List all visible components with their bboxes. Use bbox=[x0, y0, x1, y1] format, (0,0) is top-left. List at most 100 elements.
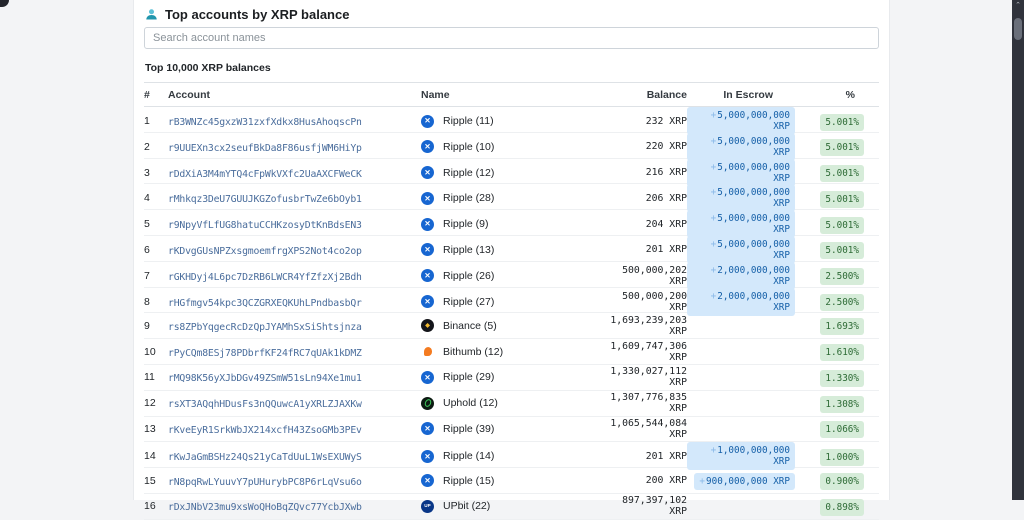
account-link[interactable]: rMhkqz3DeU7GUUJKGZofusbrTwZe6bOyb1 bbox=[168, 194, 362, 205]
escrow-badge: +5,000,000,000 XRP bbox=[687, 107, 795, 135]
escrow-badge: +5,000,000,000 XRP bbox=[687, 184, 795, 213]
table-body: 1 rB3WNZc45gxzW31zxfXdkx8HusAhoqscPn ✕ R… bbox=[144, 107, 879, 520]
ripple-icon: ✕ bbox=[421, 191, 434, 205]
ripple-icon: ✕ bbox=[421, 422, 434, 436]
page-scrollbar[interactable]: ⌃ bbox=[1012, 0, 1024, 500]
balance-cell: 220 XRP bbox=[645, 141, 687, 153]
col-header-rank: # bbox=[144, 88, 150, 101]
account-name: Ripple (26) bbox=[443, 269, 495, 282]
balance-cell: 1,065,544,084 XRP bbox=[610, 417, 687, 440]
ripple-icon: ✕ bbox=[421, 114, 434, 128]
rank-cell: 9 bbox=[144, 319, 150, 332]
account-name: Ripple (29) bbox=[443, 371, 495, 384]
balance-cell: 201 XRP bbox=[645, 450, 687, 462]
percent-badge: 1.693% bbox=[820, 318, 864, 336]
account-link[interactable]: rDdXiA3M4mYTQ4cFpWkVXfc2UaAXCFWeCK bbox=[168, 169, 362, 180]
rank-cell: 8 bbox=[144, 295, 150, 308]
balance-cell: 204 XRP bbox=[645, 218, 687, 230]
account-link[interactable]: rKwJaGmBSHz24Qs21yCaTdUuL1WsEXUWyS bbox=[168, 452, 362, 463]
account-name: Ripple (13) bbox=[443, 243, 495, 256]
percent-badge: 1.330% bbox=[820, 369, 864, 387]
account-link[interactable]: rGKHDyj4L6pc7DzRB6LWCR4YfZfzXj2Bdh bbox=[168, 272, 362, 283]
upbit-icon: UP bbox=[421, 499, 434, 513]
rank-cell: 10 bbox=[144, 345, 156, 358]
account-link[interactable]: rsXT3AQqhHDusFs3nQQuwcA1yXRLZJAXKw bbox=[168, 399, 362, 410]
uphold-icon bbox=[421, 396, 434, 410]
plus-icon: + bbox=[710, 110, 717, 121]
table-row: 9 rs8ZPbYqgecRcDzQpJYAMhSxSiShtsjnza ◆ B… bbox=[144, 313, 879, 340]
table-row: 3 rDdXiA3M4mYTQ4cFpWkVXfc2UaAXCFWeCK ✕ R… bbox=[144, 158, 879, 187]
plus-icon: + bbox=[710, 238, 717, 250]
account-name: UPbit (22) bbox=[443, 500, 491, 513]
account-link[interactable]: rMQ98K56yXJbDGv49ZSmW51sLn94Xe1mu1 bbox=[168, 373, 362, 384]
rank-cell: 14 bbox=[144, 450, 156, 463]
scrollbar-thumb[interactable] bbox=[1014, 18, 1022, 40]
rank-cell: 2 bbox=[144, 140, 150, 153]
rank-cell: 5 bbox=[144, 218, 150, 231]
balance-cell: 1,693,239,203 XRP bbox=[610, 314, 687, 337]
col-header-percent: % bbox=[845, 88, 855, 101]
account-link[interactable]: rKDvgGUsNPZxsgmoemfrgXPS2Not4co2op bbox=[168, 246, 362, 257]
balance-cell: 1,609,747,306 XRP bbox=[610, 340, 687, 363]
scroll-up-icon[interactable]: ⌃ bbox=[1012, 0, 1024, 12]
ripple-icon: ✕ bbox=[421, 269, 434, 283]
account-link[interactable]: r9NpyVfLfUG8hatuCCHKzosyDtKnBdsEN3 bbox=[168, 220, 362, 231]
balance-cell: 1,330,027,112 XRP bbox=[610, 366, 687, 389]
section-title: Top 10,000 XRP balances bbox=[144, 54, 879, 83]
account-name: Ripple (11) bbox=[443, 115, 494, 127]
table-row: 10 rPyCQm8ESj78PDbrfKF24fRC7qUAk1kDMZ Bi… bbox=[144, 339, 879, 365]
percent-badge: 5.001% bbox=[820, 113, 864, 131]
ripple-icon: ✕ bbox=[421, 140, 434, 154]
account-link[interactable]: rPyCQm8ESj78PDbrfKF24fRC7qUAk1kDMZ bbox=[168, 348, 362, 359]
account-name: Ripple (15) bbox=[443, 474, 495, 487]
escrow-badge: +5,000,000,000 XRP bbox=[687, 235, 795, 264]
escrow-badge: +5,000,000,000 XRP bbox=[687, 132, 795, 161]
account-link[interactable]: rHGfmgv54kpc3QCZGRXEQKUhLPndbasbQr bbox=[168, 298, 362, 309]
table-row: 1 rB3WNZc45gxzW31zxfXdkx8HusAhoqscPn ✕ R… bbox=[144, 107, 879, 135]
col-header-balance: Balance bbox=[646, 88, 687, 101]
ripple-icon: ✕ bbox=[421, 243, 434, 257]
plus-icon: + bbox=[710, 135, 717, 147]
rank-cell: 6 bbox=[144, 243, 150, 256]
ripple-icon: ✕ bbox=[421, 370, 434, 384]
plus-icon: + bbox=[710, 445, 717, 457]
account-link[interactable]: r9UUEXn3cx2seufBkDa8F86usfjWM6HiYp bbox=[168, 143, 362, 154]
account-name: Ripple (12) bbox=[443, 166, 495, 179]
rank-cell: 12 bbox=[144, 397, 156, 410]
rank-cell: 11 bbox=[144, 371, 155, 384]
account-link[interactable]: rB3WNZc45gxzW31zxfXdkx8HusAhoqscPn bbox=[168, 117, 362, 128]
account-name: Ripple (9) bbox=[443, 218, 489, 231]
escrow-badge: +900,000,000 XRP bbox=[694, 473, 795, 491]
percent-badge: 2.500% bbox=[820, 294, 864, 312]
account-link[interactable]: rDxJNbV23mu9xsWoQHoBqZQvc77YcbJXwb bbox=[168, 502, 362, 513]
account-name: Ripple (39) bbox=[443, 422, 495, 435]
percent-badge: 5.001% bbox=[820, 165, 864, 183]
balance-cell: 201 XRP bbox=[645, 244, 687, 256]
escrow-badge: +5,000,000,000 XRP bbox=[687, 210, 795, 239]
percent-badge: 5.001% bbox=[820, 216, 864, 234]
account-link[interactable]: rs8ZPbYqgecRcDzQpJYAMhSxSiShtsjnza bbox=[168, 322, 362, 333]
account-name: Bithumb (12) bbox=[443, 345, 504, 358]
table-row: 15 rN8pqRwLYuuvY7pUHurybPC8P6rLqVsu6o ✕ … bbox=[144, 468, 879, 494]
account-link[interactable]: rN8pqRwLYuuvY7pUHurybPC8P6rLqVsu6o bbox=[168, 477, 362, 488]
balance-cell: 232 XRP bbox=[645, 115, 687, 127]
percent-badge: 1.066% bbox=[820, 421, 864, 439]
account-link[interactable]: rKveEyR1SrkWbJX214xcfH43ZsoGMb3PEv bbox=[168, 425, 362, 436]
binance-icon: ◆ bbox=[421, 319, 434, 333]
search-input[interactable] bbox=[144, 27, 879, 49]
plus-icon: + bbox=[710, 213, 717, 225]
escrow-badge: +5,000,000,000 XRP bbox=[687, 158, 795, 187]
top-accounts-card: Top accounts by XRP balance Top 10,000 X… bbox=[133, 0, 890, 520]
table-row: 13 rKveEyR1SrkWbJX214xcfH43ZsoGMb3PEv ✕ … bbox=[144, 417, 879, 443]
percent-badge: 1.000% bbox=[820, 448, 864, 466]
rank-cell: 15 bbox=[144, 474, 156, 487]
rank-cell: 7 bbox=[144, 269, 150, 282]
balance-cell: 500,000,200 XRP bbox=[622, 290, 687, 313]
table-row: 11 rMQ98K56yXJbDGv49ZSmW51sLn94Xe1mu1 ✕ … bbox=[144, 365, 879, 391]
plus-icon: + bbox=[710, 264, 717, 276]
table-row: 12 rsXT3AQqhHDusFs3nQQuwcA1yXRLZJAXKw Up… bbox=[144, 391, 879, 417]
table-row: 4 rMhkqz3DeU7GUUJKGZofusbrTwZe6bOyb1 ✕ R… bbox=[144, 184, 879, 213]
ripple-icon: ✕ bbox=[421, 217, 434, 231]
percent-badge: 0.900% bbox=[820, 473, 864, 491]
ripple-icon: ✕ bbox=[421, 474, 434, 488]
